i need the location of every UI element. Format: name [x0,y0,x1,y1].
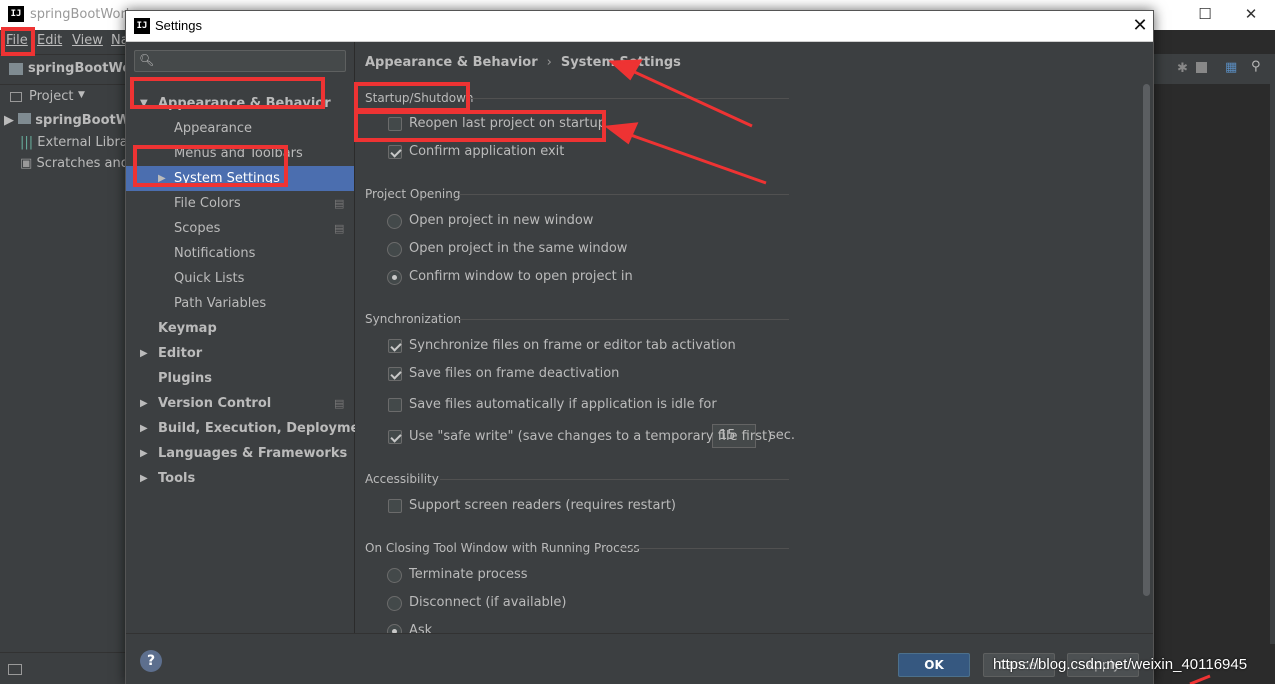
watermark: https://blog.csdn.net/weixin_40116945 [993,656,1248,673]
annotation-arrowhead [604,122,639,145]
annotation-arrow [624,131,767,185]
annotation-arrow [627,67,753,128]
annotation-arrowhead [608,59,643,81]
annotation-arrow [1189,674,1211,684]
annotation-arrows [604,59,1211,684]
